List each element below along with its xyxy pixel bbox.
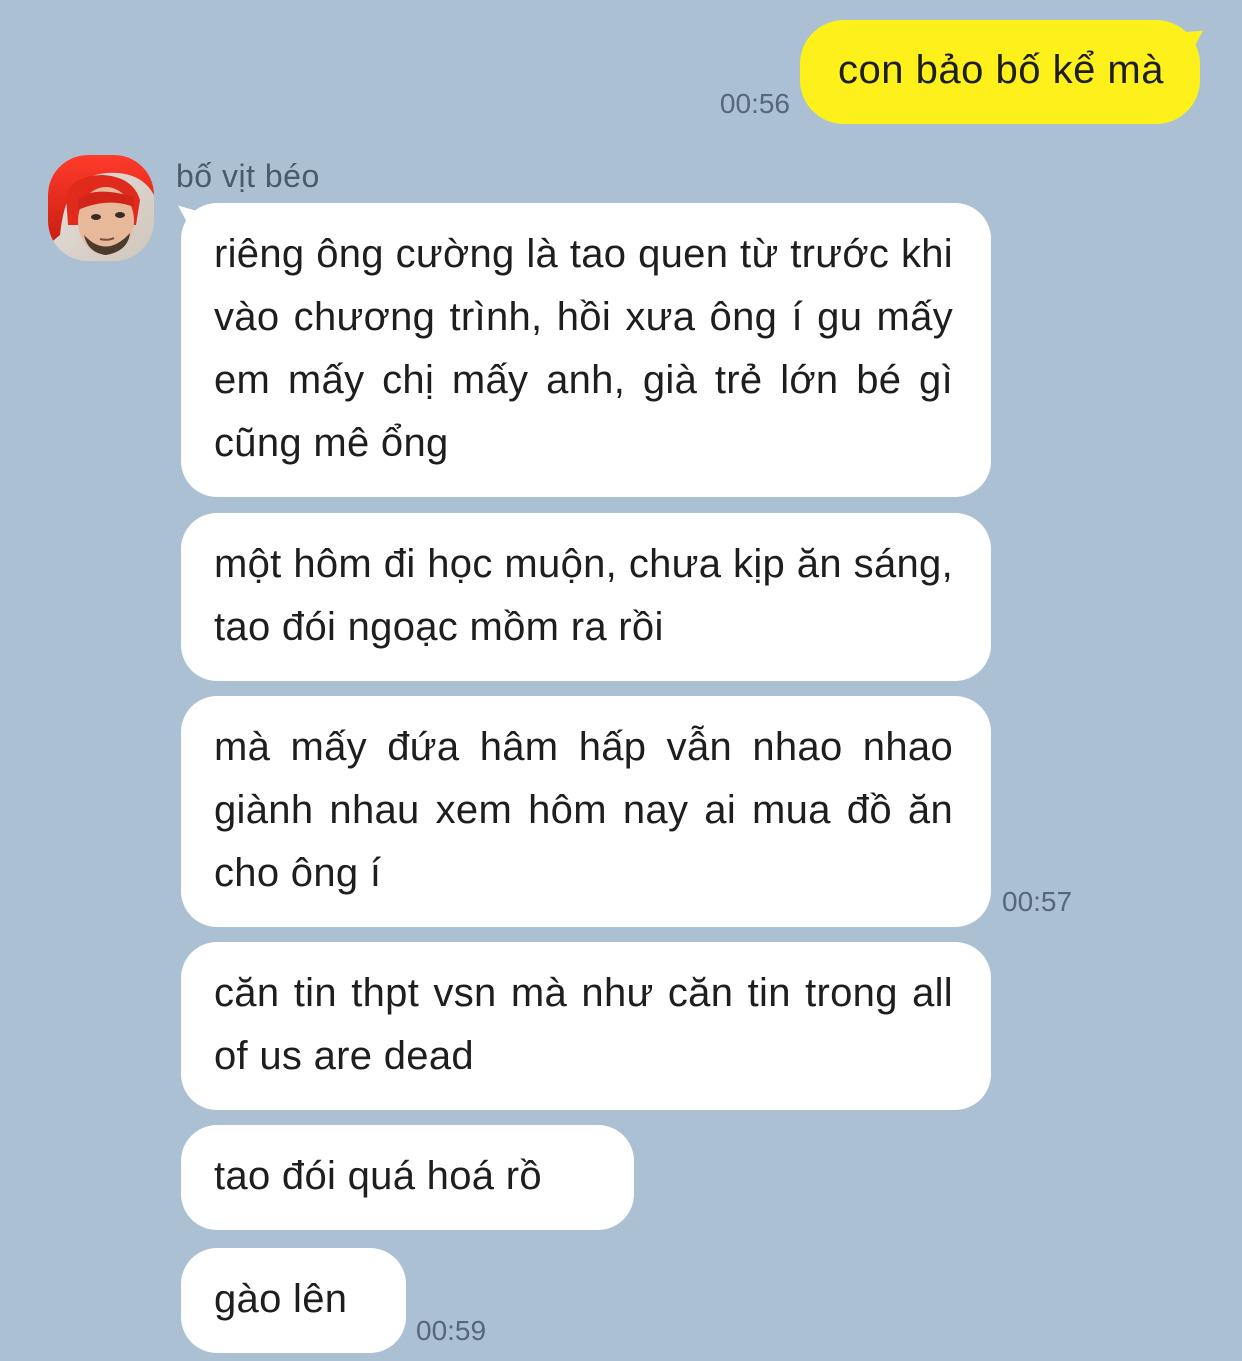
incoming-message-bubble[interactable]: căn tin thpt vsn mà như căn tin trong al… — [181, 942, 991, 1110]
contact-avatar[interactable] — [48, 155, 154, 261]
chat-area[interactable]: 00:56 con bảo bố kể mà bố vịt béo riêng … — [0, 0, 1242, 1361]
sender-name: bố vịt béo — [176, 158, 320, 194]
message-text: một hôm đi học muộn, chưa kịp ăn sáng, t… — [214, 542, 953, 649]
incoming-message-bubble[interactable]: mà mấy đứa hâm hấp vẫn nhao nhao giành n… — [181, 696, 991, 927]
message-text: gào lên — [214, 1277, 348, 1321]
message-text: tao đói quá hoá rồ — [214, 1154, 542, 1198]
avatar-photo-icon — [48, 155, 154, 261]
outgoing-message-bubble[interactable]: con bảo bố kể mà — [800, 20, 1200, 124]
message-timestamp: 00:57 — [1002, 886, 1073, 917]
outgoing-message-row: 00:56 con bảo bố kể mà — [720, 20, 1200, 124]
message-text: căn tin thpt vsn mà như căn tin trong al… — [214, 971, 953, 1078]
message-text: riêng ông cường là tao quen từ trước khi… — [214, 232, 953, 465]
message-text: con bảo bố kể mà — [838, 48, 1164, 92]
message-text: mà mấy đứa hâm hấp vẫn nhao nhao giành n… — [214, 725, 953, 895]
message-timestamp: 00:59 — [416, 1315, 487, 1346]
incoming-message-bubble[interactable]: một hôm đi học muộn, chưa kịp ăn sáng, t… — [181, 513, 991, 681]
message-timestamp: 00:56 — [719, 88, 790, 119]
incoming-message-bubble[interactable]: riêng ông cường là tao quen từ trước khi… — [181, 203, 991, 497]
incoming-message-bubble[interactable]: gào lên — [181, 1248, 406, 1353]
incoming-message-bubble[interactable]: tao đói quá hoá rồ — [181, 1125, 634, 1230]
